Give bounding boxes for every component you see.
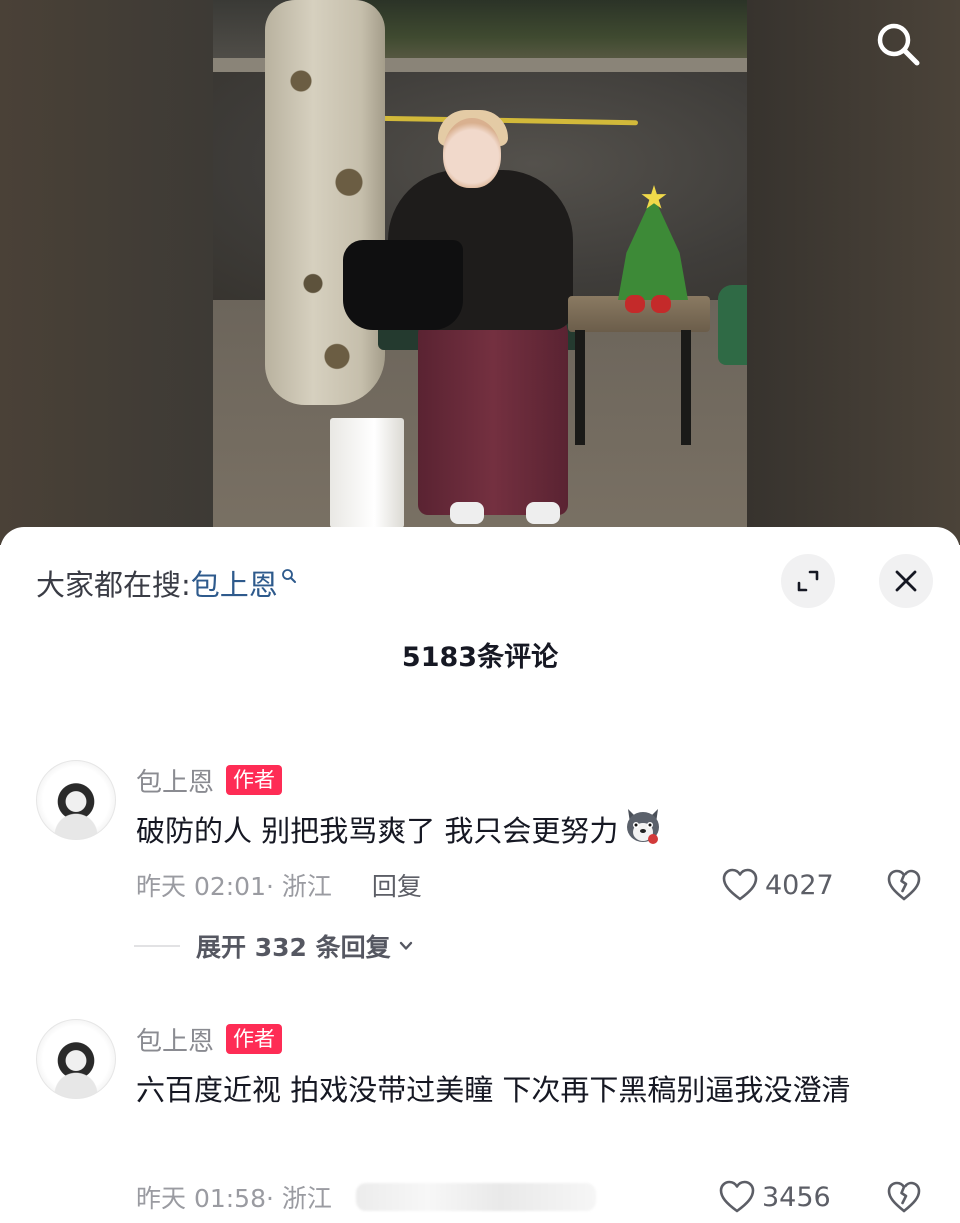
dislike-button[interactable] — [884, 865, 924, 905]
comment-meta: 昨天 02:01· 浙江 回复 — [136, 867, 422, 903]
search-icon — [877, 23, 920, 66]
post-photo[interactable] — [213, 0, 747, 545]
close-button[interactable] — [879, 554, 933, 608]
comment-count: 5183条评论 — [401, 642, 559, 673]
comment-text[interactable]: 破防的人 别把我骂爽了 我只会更努力 — [136, 804, 916, 858]
like-button[interactable]: 4027 — [721, 865, 834, 905]
dislike-button[interactable] — [884, 1177, 924, 1217]
broken-heart-icon — [887, 1181, 921, 1213]
photo-shoe — [450, 502, 484, 524]
photo-toy-foot — [651, 295, 671, 313]
author-badge: 作者 — [226, 1024, 283, 1054]
broken-heart-icon — [887, 869, 921, 901]
close-icon — [895, 570, 917, 592]
photo-toy-foot — [625, 295, 645, 313]
wolf-emoji-icon — [622, 805, 664, 847]
comment-time-location: 昨天 02:01· 浙江 — [136, 872, 332, 901]
comment-time-location: 昨天 01:58· 浙江 — [136, 1184, 332, 1213]
divider-line — [134, 945, 180, 947]
expand-replies-button[interactable]: 展开 332 条回复 — [134, 928, 415, 964]
photo-person-head — [443, 118, 501, 188]
expand-button[interactable] — [781, 554, 835, 608]
comment-author[interactable]: 包上恩 — [136, 1021, 214, 1058]
photo-tree — [265, 0, 385, 405]
photo-person-pants — [418, 305, 568, 515]
trending-prefix: 大家都在搜: — [36, 568, 191, 602]
comment-author-row: 包上恩 作者 — [136, 762, 283, 799]
comment-text[interactable]: 六百度近视 拍戏没带过美瞳 下次再下黑稿别逼我没澄清 — [136, 1063, 916, 1117]
search-button[interactable] — [868, 14, 928, 74]
photo-table-leg — [681, 330, 691, 445]
photo-table-leg — [575, 330, 585, 445]
author-badge: 作者 — [226, 765, 283, 795]
trending-keyword[interactable]: 包上恩 — [191, 562, 278, 604]
photo-person-handbag — [343, 240, 463, 330]
photo-shoe — [526, 502, 560, 524]
like-count: 3456 — [762, 1181, 831, 1213]
expand-icon — [797, 570, 819, 592]
heart-icon — [722, 868, 758, 901]
blurred-content — [356, 1183, 596, 1211]
like-button[interactable]: 3456 — [718, 1177, 831, 1217]
comment-sheet: 大家都在搜: 包上恩 5183条评论 包上恩 作者 破防的人 别把我骂爽了 我只… — [0, 527, 960, 1223]
comment-meta: 昨天 01:58· 浙江 — [136, 1179, 332, 1215]
expand-replies-label: 展开 332 条回复 — [196, 933, 391, 962]
search-icon — [281, 568, 297, 584]
comment-author-row: 包上恩 作者 — [136, 1021, 283, 1058]
reply-button[interactable]: 回复 — [372, 867, 422, 903]
photo-green-chair — [718, 285, 747, 365]
trending-search[interactable]: 大家都在搜: 包上恩 — [36, 563, 297, 603]
avatar[interactable] — [36, 1019, 116, 1099]
comment-author[interactable]: 包上恩 — [136, 762, 214, 799]
comment-text-content: 破防的人 别把我骂爽了 我只会更努力 — [136, 814, 619, 848]
photo-shopping-bag — [330, 418, 404, 528]
photo-hedge — [363, 0, 747, 62]
avatar[interactable] — [36, 760, 116, 840]
heart-icon — [719, 1180, 755, 1213]
chevron-down-icon — [397, 937, 415, 955]
like-count: 4027 — [765, 869, 834, 901]
video-background[interactable] — [0, 0, 960, 545]
